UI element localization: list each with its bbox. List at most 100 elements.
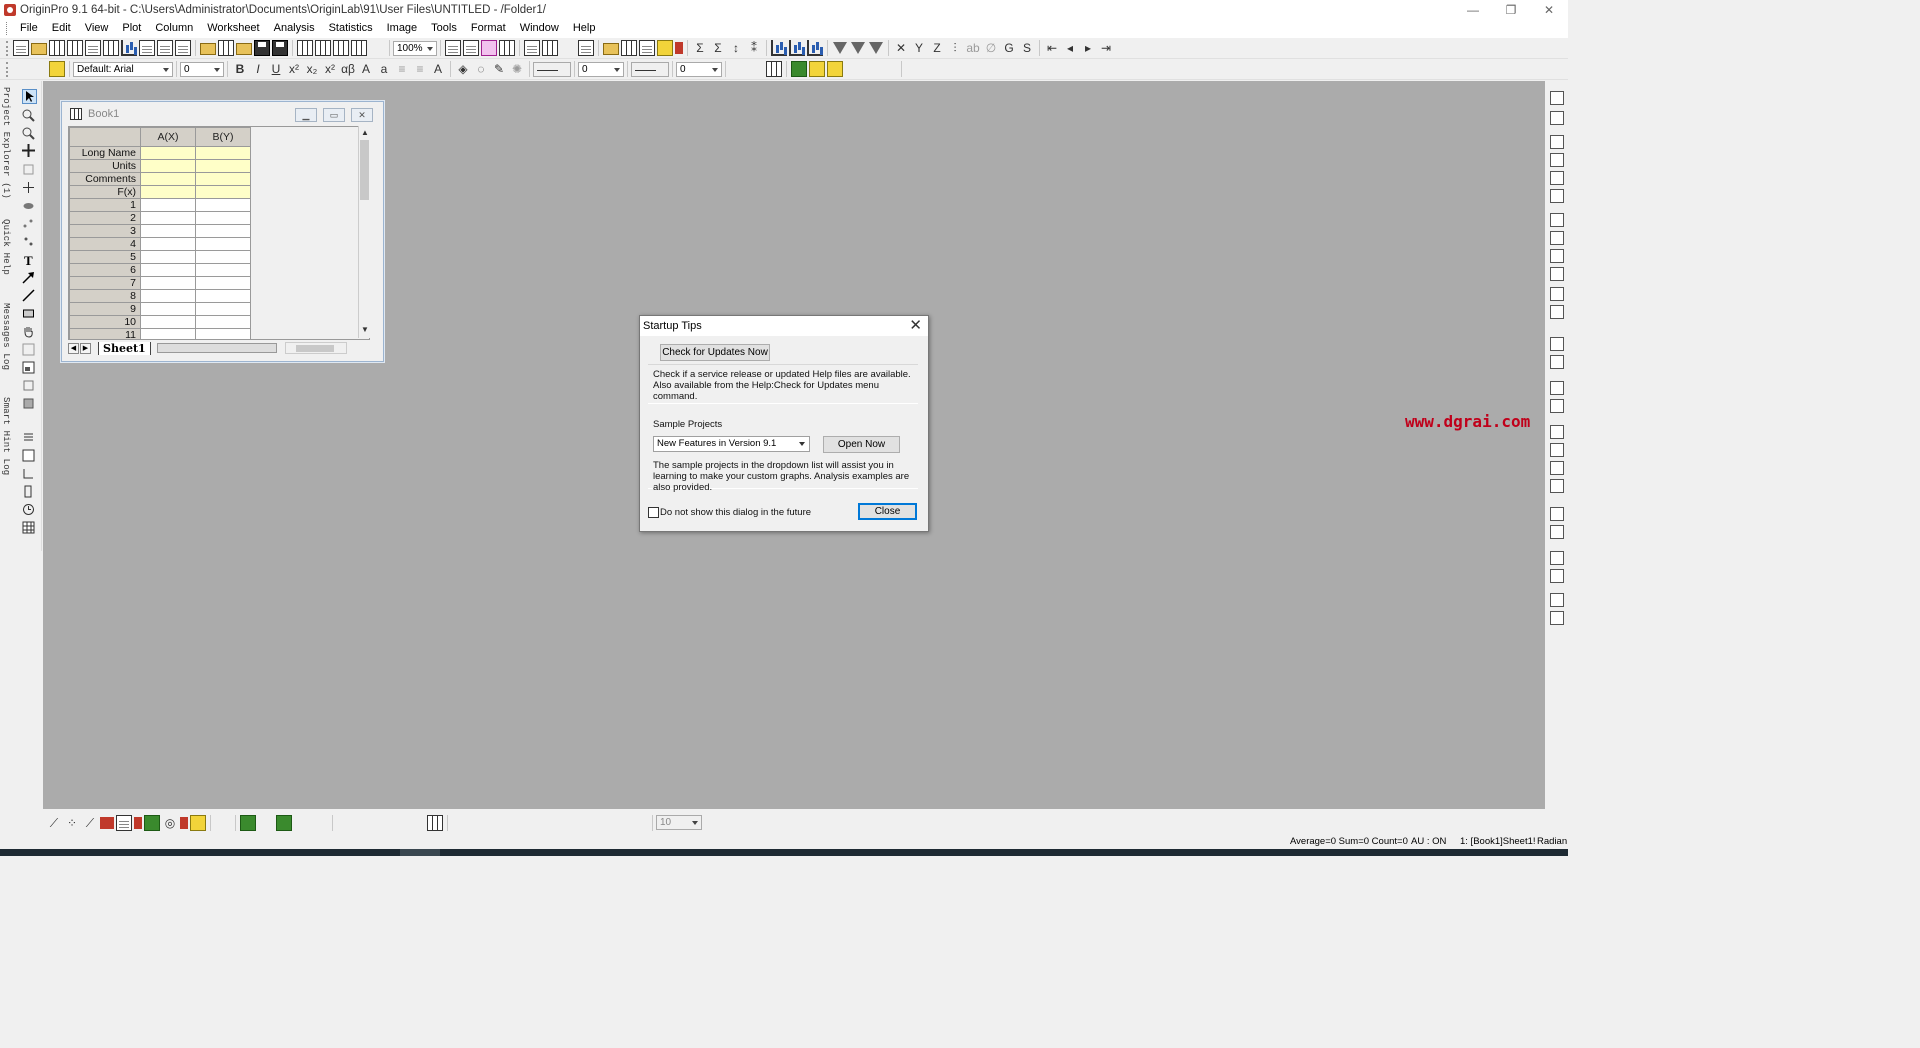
- menu-view[interactable]: View: [78, 19, 116, 38]
- menu-file[interactable]: File: [13, 19, 45, 38]
- cell[interactable]: [195, 224, 251, 238]
- stock-plot-icon[interactable]: [180, 816, 188, 829]
- ternary-icon[interactable]: [506, 815, 522, 831]
- cell[interactable]: [195, 172, 251, 186]
- set-label-icon[interactable]: ab: [965, 40, 981, 56]
- cell[interactable]: [195, 237, 251, 251]
- move-right-most-icon[interactable]: ⇥: [1098, 40, 1114, 56]
- greek-button[interactable]: αβ: [340, 61, 356, 77]
- data-selector-tool[interactable]: [22, 235, 37, 250]
- book-maximize-button[interactable]: ▭: [323, 108, 345, 122]
- recalculate-icon[interactable]: [369, 40, 385, 56]
- front-icon[interactable]: [863, 61, 879, 77]
- cell[interactable]: [195, 198, 251, 212]
- tab-smart-hint-log[interactable]: Smart Hint Log: [1, 397, 11, 475]
- sheet-prev-icon[interactable]: ◀: [68, 342, 79, 354]
- cell[interactable]: [140, 302, 196, 316]
- move-left-most-icon[interactable]: ⇤: [1044, 40, 1060, 56]
- project-explorer-icon[interactable]: [560, 40, 576, 56]
- new-3d-plot-icon[interactable]: [175, 40, 191, 56]
- align-center-icon[interactable]: ≡: [412, 61, 428, 77]
- merge-tool[interactable]: [22, 449, 37, 464]
- cell[interactable]: [195, 263, 251, 277]
- book1-window[interactable]: Book1 ▁ ▭ ✕ A(X) B(Y) Long Name Units Co…: [61, 101, 384, 362]
- worksheet-grid[interactable]: A(X) B(Y) Long Name Units Comments F(x) …: [68, 126, 370, 340]
- group-icon[interactable]: [827, 61, 843, 77]
- scatter-plot-icon[interactable]: ⁘: [64, 815, 80, 831]
- dont-show-checkbox[interactable]: [648, 507, 659, 518]
- cell[interactable]: [140, 328, 196, 339]
- ruler-tool[interactable]: [22, 485, 37, 500]
- symbol-color-icon[interactable]: ✺: [509, 61, 525, 77]
- tab-quick-help[interactable]: Quick Help: [1, 219, 11, 275]
- 3d-surface-icon[interactable]: [240, 814, 256, 831]
- menu-window[interactable]: Window: [513, 19, 566, 38]
- cell[interactable]: [140, 159, 196, 173]
- copy-icon[interactable]: [31, 61, 47, 77]
- open-excel-icon[interactable]: [236, 43, 252, 55]
- menu-help[interactable]: Help: [566, 19, 603, 38]
- column-chart-icon[interactable]: [771, 40, 787, 56]
- border-width-select[interactable]: 0: [676, 61, 722, 77]
- row-header[interactable]: 2: [69, 211, 141, 225]
- layer-scale-icon[interactable]: [1550, 461, 1564, 475]
- row-header[interactable]: 9: [69, 302, 141, 316]
- symbol-size-select[interactable]: 10: [656, 815, 702, 830]
- cell[interactable]: [195, 159, 251, 173]
- sample-projects-select[interactable]: New Features in Version 9.1: [653, 436, 810, 452]
- new-notes-icon[interactable]: [85, 40, 101, 56]
- line-plot-icon[interactable]: ⟋: [46, 815, 62, 831]
- cell[interactable]: [195, 250, 251, 264]
- duplicate-icon[interactable]: [463, 40, 479, 56]
- inset-icon[interactable]: [1550, 287, 1564, 301]
- bottom-x-icon[interactable]: [1550, 213, 1564, 227]
- resize-icon[interactable]: [942, 61, 958, 77]
- cut-icon[interactable]: [13, 61, 29, 77]
- column-plot-icon[interactable]: [100, 816, 114, 829]
- book1-titlebar[interactable]: Book1 ▁ ▭ ✕: [62, 102, 383, 126]
- zoom-out-tool[interactable]: [22, 127, 37, 142]
- refresh-icon[interactable]: [445, 40, 461, 56]
- ungroup-icon[interactable]: [845, 61, 861, 77]
- stack-icon[interactable]: [337, 815, 353, 831]
- object-edit-tool[interactable]: [22, 397, 37, 412]
- row-header[interactable]: 10: [69, 315, 141, 329]
- cell[interactable]: [195, 289, 251, 303]
- draw-data-tool[interactable]: [22, 199, 37, 214]
- set-y-icon[interactable]: Y: [911, 40, 927, 56]
- line-style-select[interactable]: [533, 61, 571, 77]
- data-cursor-tool[interactable]: [22, 181, 37, 196]
- cell[interactable]: [140, 315, 196, 329]
- tab-messages-log[interactable]: Messages Log: [1, 303, 11, 370]
- pattern-color-icon[interactable]: ◌: [473, 61, 489, 77]
- box-plot-icon[interactable]: [134, 816, 142, 829]
- new-project-icon[interactable]: [13, 40, 29, 56]
- import-icon[interactable]: [297, 40, 313, 56]
- layer-icon[interactable]: [1550, 135, 1564, 149]
- grid-tool[interactable]: [22, 521, 37, 536]
- cell[interactable]: [195, 146, 251, 160]
- layer-distribute-icon[interactable]: [1550, 355, 1564, 369]
- sheet-next-icon[interactable]: ▶: [80, 342, 91, 354]
- set-x-icon[interactable]: ✕: [893, 40, 909, 56]
- cell[interactable]: [195, 302, 251, 316]
- scroll-thumb[interactable]: [360, 140, 369, 200]
- move-right-icon[interactable]: ▸: [1080, 40, 1096, 56]
- command-window-icon[interactable]: [542, 40, 558, 56]
- horizontal-panel-icon[interactable]: [409, 815, 425, 831]
- import-wizard-icon[interactable]: [351, 40, 367, 56]
- new-function-icon[interactable]: [157, 40, 173, 56]
- multi-panel-icon[interactable]: [427, 814, 443, 831]
- row-header[interactable]: 5: [69, 250, 141, 264]
- decrease-font-icon[interactable]: a: [376, 61, 392, 77]
- import-ascii-icon[interactable]: [315, 40, 331, 56]
- row-header[interactable]: 3: [69, 224, 141, 238]
- clock-tool[interactable]: [22, 503, 37, 518]
- sum-icon[interactable]: Σ: [692, 40, 708, 56]
- vertical-scrollbar[interactable]: ▲ ▼: [358, 126, 370, 338]
- sort-icon[interactable]: ↕: [728, 40, 744, 56]
- menu-plot[interactable]: Plot: [115, 19, 148, 38]
- highlight-icon[interactable]: [809, 61, 825, 77]
- new-layout-icon[interactable]: [139, 40, 155, 56]
- screen-reader-tool[interactable]: [22, 144, 37, 159]
